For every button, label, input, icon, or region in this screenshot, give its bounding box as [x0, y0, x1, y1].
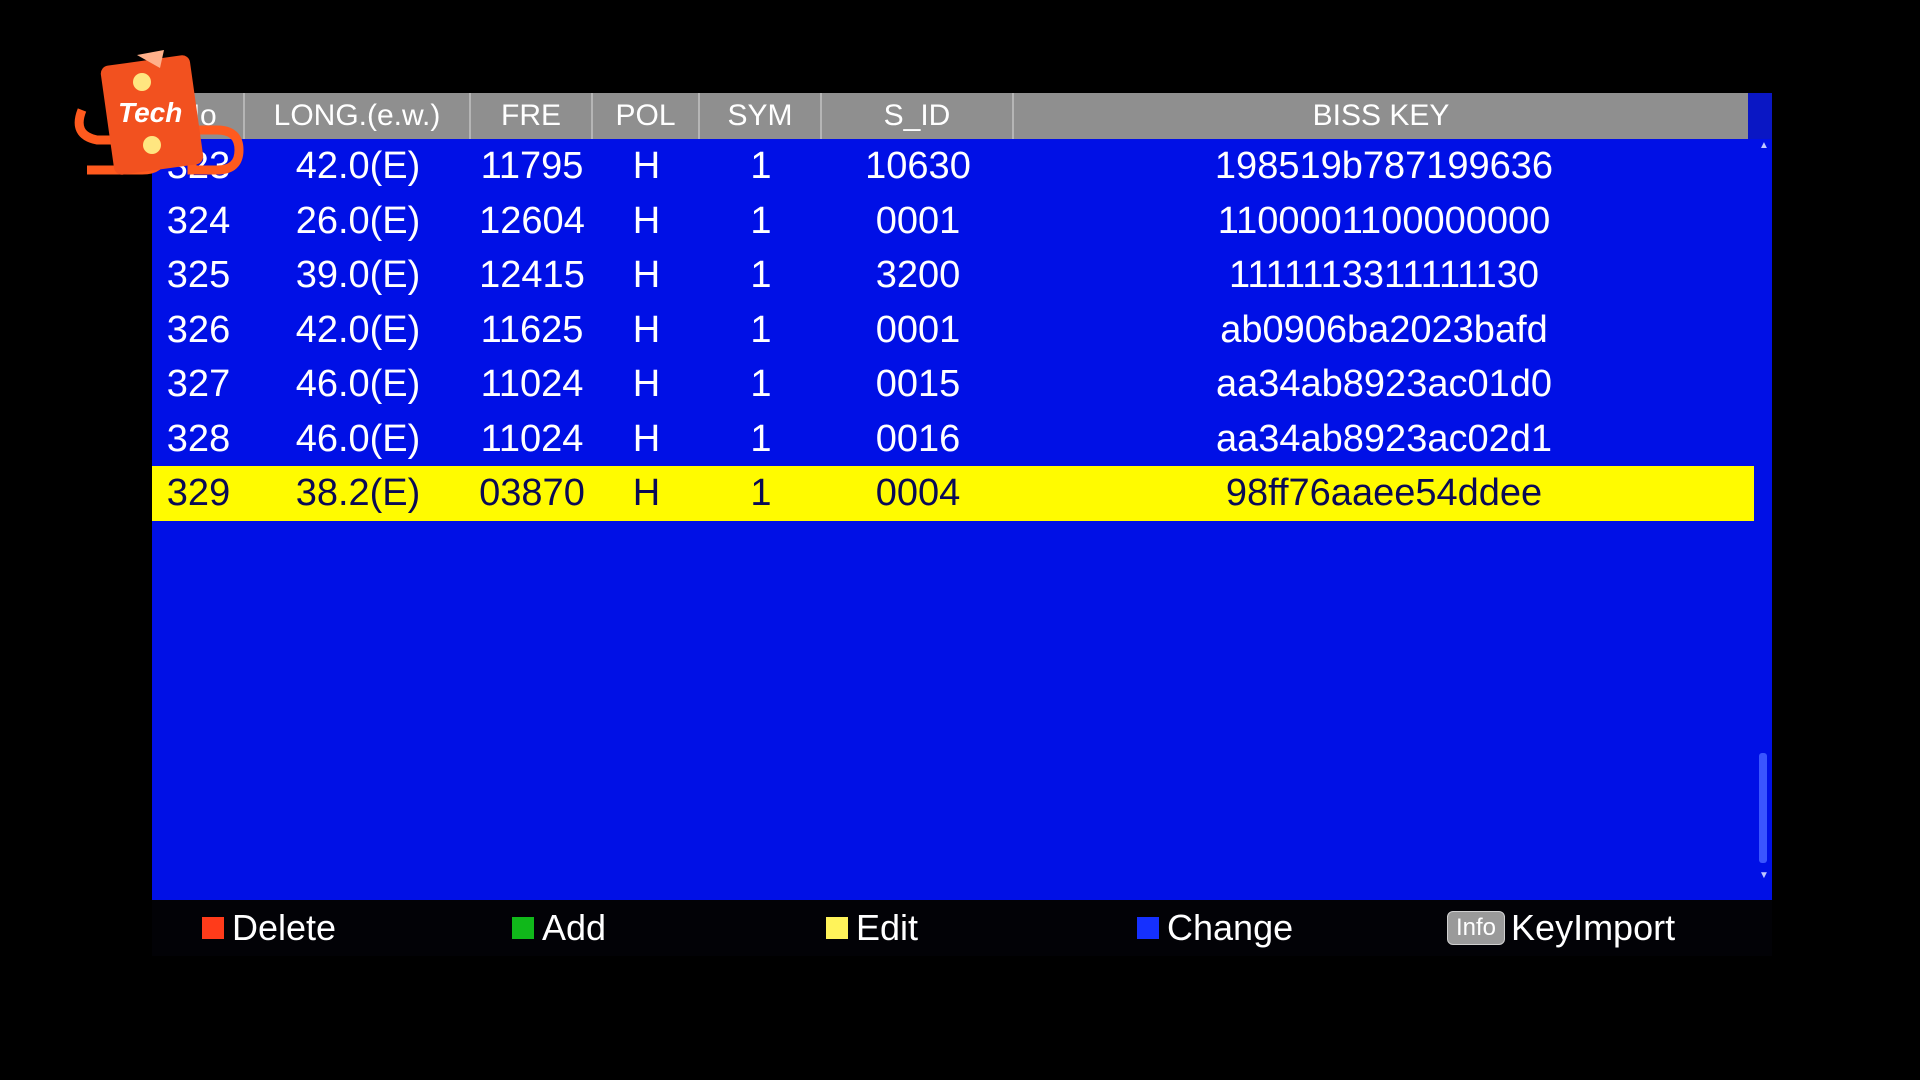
cell-fre: 03870 [479, 472, 585, 514]
table-row[interactable]: 324 26.0(E) 12604 H 1 0001 1100001100000000 [152, 194, 1754, 249]
cell-sym: 1 [750, 145, 772, 187]
table-row[interactable]: 325 39.0(E) 12415 H 1 3200 1111113311111130 [152, 248, 1754, 303]
biss-key-panel: No LONG.(e.w.) FRE POL SYM S_ID BISS KEY… [152, 93, 1772, 900]
cell-pol: H [632, 199, 661, 242]
cell-fre: 12415 [479, 254, 585, 296]
cell-biss-key: 1100001100000000 [1217, 199, 1551, 242]
add-label: Add [542, 907, 607, 948]
cell-sid: 0016 [875, 417, 961, 460]
cell-long: 42.0(E) [295, 145, 421, 187]
add-button[interactable]: Add [512, 900, 606, 956]
tech-logo-icon: Tech [74, 50, 244, 175]
cell-no: 325 [166, 254, 231, 296]
cell-sid: 0001 [875, 308, 961, 351]
cell-biss-key: 1111113311111130 [1229, 254, 1539, 296]
cell-sym: 1 [750, 363, 772, 405]
cell-sym: 1 [750, 308, 772, 351]
col-header-long: LONG.(e.w.) [245, 93, 471, 139]
edit-button[interactable]: Edit [826, 900, 918, 956]
table-row[interactable]: 328 46.0(E) 11024 H 1 0016 aa34ab8923ac02d1 [152, 412, 1754, 467]
edit-label: Edit [856, 907, 919, 948]
scroll-thumb[interactable] [1759, 753, 1767, 863]
cell-pol: H [632, 472, 661, 514]
green-key-icon [512, 917, 534, 939]
change-label: Change [1167, 907, 1294, 948]
scroll-up-icon[interactable]: ▲ [1759, 141, 1769, 151]
cell-biss-key: aa34ab8923ac02d1 [1215, 417, 1552, 460]
cell-no: 328 [166, 417, 231, 460]
table-row-selected[interactable]: 329 38.2(E) 03870 H 1 0004 98ff76aaee54ddee [152, 466, 1754, 521]
col-header-sym: SYM [700, 93, 822, 139]
cell-fre: 11024 [480, 363, 584, 405]
cell-pol: H [632, 254, 661, 296]
cell-sym: 1 [750, 417, 772, 460]
cell-no: 324 [166, 199, 231, 242]
col-header-fre: FRE [471, 93, 593, 139]
cell-sid: 0004 [875, 472, 961, 514]
info-key-icon: Info [1447, 911, 1506, 945]
footer-bar: Delete Add Edit Change Info KeyImport [152, 900, 1772, 956]
table-row[interactable]: 323 42.0(E) 11795 H 1 10630 198519b787199636 [152, 139, 1754, 194]
col-header-biss-key: BISS KEY [1312, 99, 1450, 132]
col-header-pol: POL [593, 93, 700, 139]
keyimport-label: KeyImport [1511, 907, 1676, 948]
table-row[interactable]: 327 46.0(E) 11024 H 1 0015 aa34ab8923ac01d0 [152, 357, 1754, 412]
header-scroll-cap [1748, 93, 1772, 139]
scroll-down-icon[interactable]: ▼ [1759, 871, 1769, 881]
cell-pol: H [632, 145, 661, 187]
cell-biss-key: aa34ab8923ac01d0 [1215, 363, 1552, 405]
table-row[interactable]: 326 42.0(E) 11625 H 1 0001 ab0906ba2023bafd [152, 303, 1754, 358]
logo-text: Tech [118, 97, 182, 128]
scrollbar[interactable]: ▲ ▼ [1757, 139, 1769, 883]
red-key-icon [202, 917, 224, 939]
cell-sid: 3200 [875, 254, 961, 296]
cell-sid: 0015 [875, 363, 961, 405]
col-header-sid: S_ID [822, 93, 1014, 139]
keyimport-button[interactable]: Info KeyImport [1447, 900, 1675, 956]
cell-sym: 1 [750, 199, 772, 242]
delete-label: Delete [232, 907, 337, 948]
table-body: 323 42.0(E) 11795 H 1 10630 198519b787199636 32… [152, 139, 1754, 521]
cell-sid: 0001 [875, 199, 961, 242]
cell-fre: 11024 [480, 417, 584, 460]
cell-fre: 12604 [479, 199, 585, 242]
cell-long: 46.0(E) [295, 363, 421, 405]
cell-fre: 11795 [480, 145, 584, 187]
cell-biss-key: ab0906ba2023bafd [1220, 308, 1548, 351]
cell-no: 327 [166, 363, 231, 405]
cell-sym: 1 [750, 472, 772, 514]
table-header: No LONG.(e.w.) FRE POL SYM S_ID BISS KEY [152, 93, 1748, 139]
cell-long: 46.0(E) [295, 417, 421, 460]
cell-no: 329 [166, 472, 231, 514]
cell-biss-key: 198519b787199636 [1214, 145, 1554, 187]
cell-long: 26.0(E) [295, 199, 421, 242]
yellow-key-icon [826, 917, 848, 939]
cell-long: 38.2(E) [295, 472, 421, 514]
blue-key-icon [1137, 917, 1159, 939]
logo-spark-bottom [143, 136, 161, 154]
cell-pol: H [632, 308, 661, 351]
cell-no: 326 [166, 308, 231, 351]
cell-pol: H [632, 363, 661, 405]
cell-sid: 10630 [865, 145, 971, 187]
cell-long: 42.0(E) [295, 308, 421, 351]
cell-long: 39.0(E) [295, 254, 421, 296]
logo-spark-top [133, 73, 151, 91]
cell-fre: 11625 [480, 308, 584, 351]
cell-sym: 1 [750, 254, 772, 296]
delete-button[interactable]: Delete [202, 900, 336, 956]
change-button[interactable]: Change [1137, 900, 1293, 956]
cell-biss-key: 98ff76aaee54ddee [1225, 472, 1543, 514]
cell-pol: H [632, 417, 661, 460]
